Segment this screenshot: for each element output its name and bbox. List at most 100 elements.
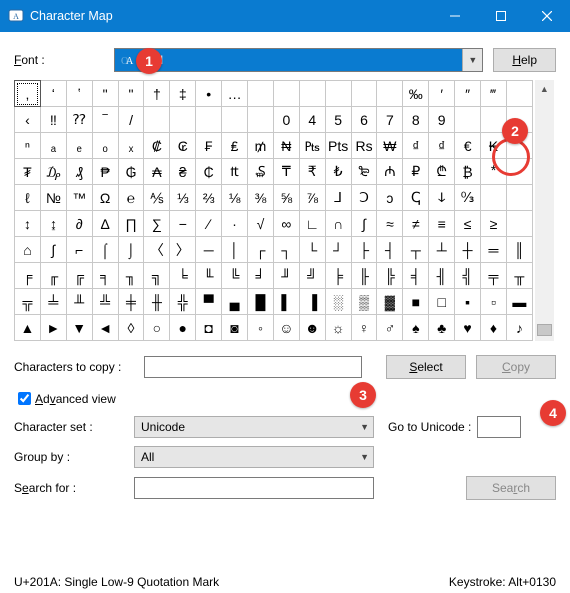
- grid-cell[interactable]: ♠: [403, 315, 429, 341]
- grid-cell[interactable]: ╜: [273, 263, 299, 289]
- grid-cell[interactable]: ‼: [40, 107, 66, 133]
- grid-cell[interactable]: 〉: [170, 237, 196, 263]
- grid-cell[interactable]: [299, 81, 325, 107]
- grid-cell[interactable]: ╦: [15, 289, 41, 315]
- grid-cell[interactable]: [351, 81, 377, 107]
- search-button[interactable]: Search: [466, 476, 556, 500]
- grid-cell[interactable]: ₻: [351, 159, 377, 185]
- grid-cell[interactable]: ╔: [66, 263, 92, 289]
- grid-cell[interactable]: ╛: [248, 263, 274, 289]
- grid-scrollbar[interactable]: ▲ ▼: [535, 80, 554, 341]
- grid-cell[interactable]: ™: [66, 185, 92, 211]
- grid-cell[interactable]: ☻: [299, 315, 325, 341]
- grid-cell[interactable]: ♥: [455, 315, 481, 341]
- advanced-view-input[interactable]: [18, 392, 31, 405]
- grid-cell[interactable]: 9: [429, 107, 455, 133]
- grid-cell[interactable]: [248, 107, 274, 133]
- grid-cell[interactable]: ⁿ: [15, 133, 41, 159]
- close-button[interactable]: [524, 0, 570, 32]
- grid-cell[interactable]: ₑ: [66, 133, 92, 159]
- grid-cell[interactable]: ≥: [481, 211, 507, 237]
- grid-cell[interactable]: □: [429, 289, 455, 315]
- grid-cell[interactable]: ₫: [403, 133, 429, 159]
- grid-cell[interactable]: ≠: [403, 211, 429, 237]
- scroll-thumb[interactable]: [537, 324, 552, 336]
- grid-cell[interactable]: ₶: [222, 159, 248, 185]
- grid-cell[interactable]: ↆ: [429, 185, 455, 211]
- grid-cell[interactable]: ‾: [92, 107, 118, 133]
- grid-cell[interactable]: [377, 81, 403, 107]
- grid-cell[interactable]: ╣: [455, 263, 481, 289]
- grid-cell[interactable]: ┼: [455, 237, 481, 263]
- search-input[interactable]: [134, 477, 374, 499]
- grid-cell[interactable]: ╩: [92, 289, 118, 315]
- grid-cell[interactable]: Ↄ: [351, 185, 377, 211]
- grid-cell[interactable]: ⌡: [118, 237, 144, 263]
- grid-cell[interactable]: ═: [481, 237, 507, 263]
- grid-cell[interactable]: ├: [351, 237, 377, 263]
- grid-cell[interactable]: ╫: [144, 289, 170, 315]
- grid-cell[interactable]: ▄: [222, 289, 248, 315]
- grid-cell[interactable]: ≡: [429, 211, 455, 237]
- help-button[interactable]: Help: [493, 48, 556, 72]
- grid-cell[interactable]: ‹: [15, 107, 41, 133]
- grid-cell[interactable]: ∩: [325, 211, 351, 237]
- grid-cell[interactable]: [196, 107, 222, 133]
- grid-cell[interactable]: ↉: [455, 185, 481, 211]
- character-grid[interactable]: ‚ʻʽ""†‡•…‰′″‴‹‼⁇‾/0456789ⁿₐₑₒₓ₡₢₣₤₥₦₧Pts…: [14, 80, 533, 341]
- grid-cell[interactable]: ₲: [118, 159, 144, 185]
- grid-cell[interactable]: █: [248, 289, 274, 315]
- grid-cell[interactable]: [248, 81, 274, 107]
- grid-cell[interactable]: 8: [403, 107, 429, 133]
- grid-cell[interactable]: [455, 107, 481, 133]
- grid-cell[interactable]: ℮: [118, 185, 144, 211]
- grid-cell[interactable]: ₩: [377, 133, 403, 159]
- grid-cell[interactable]: ►: [40, 315, 66, 341]
- grid-cell[interactable]: [273, 81, 299, 107]
- grid-cell[interactable]: 〈: [144, 237, 170, 263]
- grid-cell[interactable]: ₥: [248, 133, 274, 159]
- grid-cell[interactable]: ₦: [273, 133, 299, 159]
- minimize-button[interactable]: [432, 0, 478, 32]
- grid-cell[interactable]: €: [455, 133, 481, 159]
- grid-cell[interactable]: 0: [273, 107, 299, 133]
- grid-cell[interactable]: №: [40, 185, 66, 211]
- grid-cell[interactable]: ▫: [481, 289, 507, 315]
- grid-cell[interactable]: ░: [325, 289, 351, 315]
- grid-cell[interactable]: ┘: [325, 237, 351, 263]
- grid-cell[interactable]: ╕: [92, 263, 118, 289]
- grid-cell[interactable]: [506, 81, 532, 107]
- grid-cell[interactable]: ₧: [299, 133, 325, 159]
- grid-cell[interactable]: †: [144, 81, 170, 107]
- grid-cell[interactable]: ₸: [273, 159, 299, 185]
- grid-cell[interactable]: Pts: [325, 133, 351, 159]
- grid-cell[interactable]: ₱: [92, 159, 118, 185]
- grid-cell[interactable]: −: [170, 211, 196, 237]
- grid-cell[interactable]: ╧: [40, 289, 66, 315]
- grid-cell[interactable]: ‚: [15, 81, 41, 107]
- grid-cell[interactable]: ₺: [325, 159, 351, 185]
- grid-cell[interactable]: ≈: [377, 211, 403, 237]
- grid-cell[interactable]: ◙: [222, 315, 248, 341]
- grid-cell[interactable]: ◘: [196, 315, 222, 341]
- grid-cell[interactable]: ╠: [377, 263, 403, 289]
- grid-cell[interactable]: ▌: [273, 289, 299, 315]
- grid-cell[interactable]: ⌐: [66, 237, 92, 263]
- grid-cell[interactable]: ▼: [66, 315, 92, 341]
- grid-cell[interactable]: ─: [196, 237, 222, 263]
- grid-cell[interactable]: ₳: [144, 159, 170, 185]
- grid-cell[interactable]: ╒: [15, 263, 41, 289]
- grid-cell[interactable]: ″: [455, 81, 481, 107]
- grid-cell[interactable]: ○: [144, 315, 170, 341]
- grid-cell[interactable]: ▬: [506, 289, 532, 315]
- grid-cell[interactable]: ∂: [66, 211, 92, 237]
- grid-cell[interactable]: ⅛: [222, 185, 248, 211]
- grid-cell[interactable]: ₽: [403, 159, 429, 185]
- grid-cell[interactable]: ∟: [299, 211, 325, 237]
- grid-cell[interactable]: ⅝: [273, 185, 299, 211]
- grid-cell[interactable]: ʻ: [40, 81, 66, 107]
- grid-cell[interactable]: ∫: [40, 237, 66, 263]
- grid-cell[interactable]: ⅜: [248, 185, 274, 211]
- grid-cell[interactable]: ●: [170, 315, 196, 341]
- grid-cell[interactable]: ▪: [455, 289, 481, 315]
